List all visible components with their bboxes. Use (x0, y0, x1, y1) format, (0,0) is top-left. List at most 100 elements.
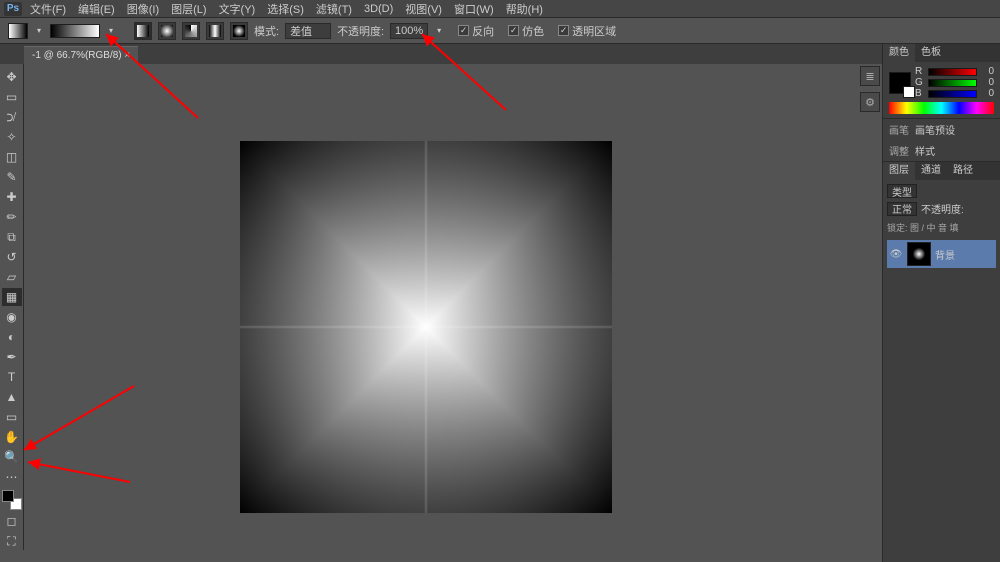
g-slider[interactable] (928, 79, 977, 87)
history-panel-icon[interactable]: ≣ (860, 66, 880, 86)
b-slider[interactable] (928, 90, 977, 98)
hand-tool[interactable]: ✋ (2, 428, 22, 446)
eraser-tool[interactable]: ▱ (2, 268, 22, 286)
quickmask-toggle[interactable]: ◻ (2, 512, 22, 530)
menu-filter[interactable]: 滤镜(T) (316, 1, 352, 17)
menu-layer[interactable]: 图层(L) (171, 1, 206, 17)
mode-label: 模式: (254, 23, 279, 39)
gradient-tool-icon[interactable] (8, 23, 28, 39)
color-tab[interactable]: 颜色 (883, 44, 915, 62)
transparency-checkbox[interactable]: ✓ 透明区域 (558, 23, 616, 39)
dodge-tool[interactable]: ◐ (2, 328, 22, 346)
brush-tab[interactable]: 画笔 (889, 122, 909, 137)
swatches-tab[interactable]: 色板 (915, 44, 947, 62)
wand-tool[interactable]: ✧ (2, 128, 22, 146)
color-panel-swatch[interactable] (889, 72, 911, 94)
menu-view[interactable]: 视图(V) (405, 1, 442, 17)
document-canvas[interactable] (240, 141, 612, 513)
shape-tool[interactable]: ▭ (2, 408, 22, 426)
eyedropper-tool[interactable]: ✎ (2, 168, 22, 186)
layer-name[interactable]: 背景 (935, 247, 955, 262)
menu-3d[interactable]: 3D(D) (364, 3, 393, 15)
zoom-tool[interactable]: 🔍 (2, 448, 22, 466)
style-tab[interactable]: 样式 (915, 143, 935, 158)
document-tab[interactable]: -1 @ 66.7%(RGB/8) × (24, 46, 138, 64)
dither-checkbox[interactable]: ✓ 仿色 (508, 23, 544, 39)
gradient-type-linear[interactable] (134, 22, 152, 40)
check-icon: ✓ (458, 25, 469, 36)
marquee-tool[interactable]: ▭ (2, 88, 22, 106)
paths-tab[interactable]: 路径 (947, 162, 979, 180)
properties-panel-icon[interactable]: ⚙ (860, 92, 880, 112)
opacity-input[interactable]: 100% (390, 23, 428, 39)
layers-panel-tabs: 图层 通道 路径 (883, 162, 1000, 180)
screenmode-toggle[interactable]: ⛶ (2, 532, 22, 550)
layer-row[interactable]: 👁 背景 (887, 240, 996, 268)
gradient-type-diamond[interactable] (230, 22, 248, 40)
healing-tool[interactable]: ✚ (2, 188, 22, 206)
reverse-checkbox[interactable]: ✓ 反向 (458, 23, 494, 39)
b-value[interactable]: 0 (980, 88, 994, 99)
color-swatches[interactable] (2, 490, 22, 510)
g-value[interactable]: 0 (980, 77, 994, 88)
tool-preset-dropdown[interactable]: ▾ (34, 26, 44, 35)
document-tab-strip: -1 @ 66.7%(RGB/8) × (0, 44, 1000, 64)
g-label: G (915, 77, 925, 88)
menu-window[interactable]: 窗口(W) (454, 1, 494, 17)
r-value[interactable]: 0 (980, 66, 994, 77)
dither-label: 仿色 (522, 23, 544, 39)
menu-select[interactable]: 选择(S) (267, 1, 304, 17)
r-slider[interactable] (928, 68, 977, 76)
path-select-tool[interactable]: ▲ (2, 388, 22, 406)
blur-tool[interactable]: ◉ (2, 308, 22, 326)
check-icon: ✓ (558, 25, 569, 36)
transparency-label: 透明区域 (572, 23, 616, 39)
blend-mode-value: 差值 (290, 23, 312, 39)
layer-filter[interactable]: 类型 (887, 184, 917, 198)
reverse-label: 反向 (472, 23, 494, 39)
lasso-tool[interactable]: ⟉ (2, 108, 22, 126)
type-tool[interactable]: T (2, 368, 22, 386)
foreground-color[interactable] (2, 490, 14, 502)
toolbox: ✥ ▭ ⟉ ✧ ◫ ✎ ✚ ✏ ⧉ ↺ ▱ ▦ ◉ ◐ ✒ T ▲ ▭ ✋ 🔍 … (0, 64, 24, 550)
gradient-preview[interactable] (50, 24, 100, 38)
crop-tool[interactable]: ◫ (2, 148, 22, 166)
options-bar: ▾ ▾ 模式: 差值 不透明度: 100% ▾ ✓ 反向 ✓ 仿色 ✓ 透明区域 (0, 18, 1000, 44)
layer-blend-mode[interactable]: 正常 (887, 202, 917, 216)
r-label: R (915, 66, 925, 77)
pen-tool[interactable]: ✒ (2, 348, 22, 366)
gradient-type-angle[interactable] (182, 22, 200, 40)
menu-type[interactable]: 文字(Y) (219, 1, 256, 17)
menu-edit[interactable]: 编辑(E) (78, 1, 115, 17)
brush-tool[interactable]: ✏ (2, 208, 22, 226)
menu-image[interactable]: 图像(I) (127, 1, 159, 17)
menu-bar: Ps 文件(F) 编辑(E) 图像(I) 图层(L) 文字(Y) 选择(S) 滤… (0, 0, 1000, 18)
right-panel-group: 颜色 色板 R 0 G 0 B 0 (882, 44, 1000, 562)
gradient-type-radial[interactable] (158, 22, 176, 40)
layer-lock-row: 锁定: 图 / 中 音 填 (887, 219, 996, 236)
adjust-tab[interactable]: 调整 (889, 143, 909, 158)
brush-preset-tab[interactable]: 画笔预设 (915, 122, 955, 137)
gradient-picker-dropdown[interactable]: ▾ (106, 26, 116, 35)
blend-mode-select[interactable]: 差值 (285, 23, 331, 39)
gradient-type-reflected[interactable] (206, 22, 224, 40)
layer-thumbnail[interactable] (907, 242, 931, 266)
move-tool[interactable]: ✥ (2, 68, 22, 86)
layer-visibility-icon[interactable]: 👁 (889, 249, 903, 260)
layers-tab[interactable]: 图层 (883, 162, 915, 180)
color-spectrum[interactable] (889, 102, 994, 114)
history-brush-tool[interactable]: ↺ (2, 248, 22, 266)
color-panel: R 0 G 0 B 0 (883, 62, 1000, 118)
opacity-label: 不透明度: (337, 23, 384, 39)
menu-file[interactable]: 文件(F) (30, 1, 66, 17)
opacity-dropdown[interactable]: ▾ (434, 26, 444, 35)
canvas-artwork-lines (240, 141, 612, 513)
edit-toolbar[interactable]: ⋯ (2, 468, 22, 486)
layers-panel: 类型 正常 不透明度: 锁定: 图 / 中 音 填 👁 背景 (883, 180, 1000, 272)
gradient-tool[interactable]: ▦ (2, 288, 22, 306)
stamp-tool[interactable]: ⧉ (2, 228, 22, 246)
collapsed-panel-dock: ≣ ⚙ (860, 44, 882, 112)
channels-tab[interactable]: 通道 (915, 162, 947, 180)
menu-help[interactable]: 帮助(H) (506, 1, 543, 17)
b-label: B (915, 88, 925, 99)
